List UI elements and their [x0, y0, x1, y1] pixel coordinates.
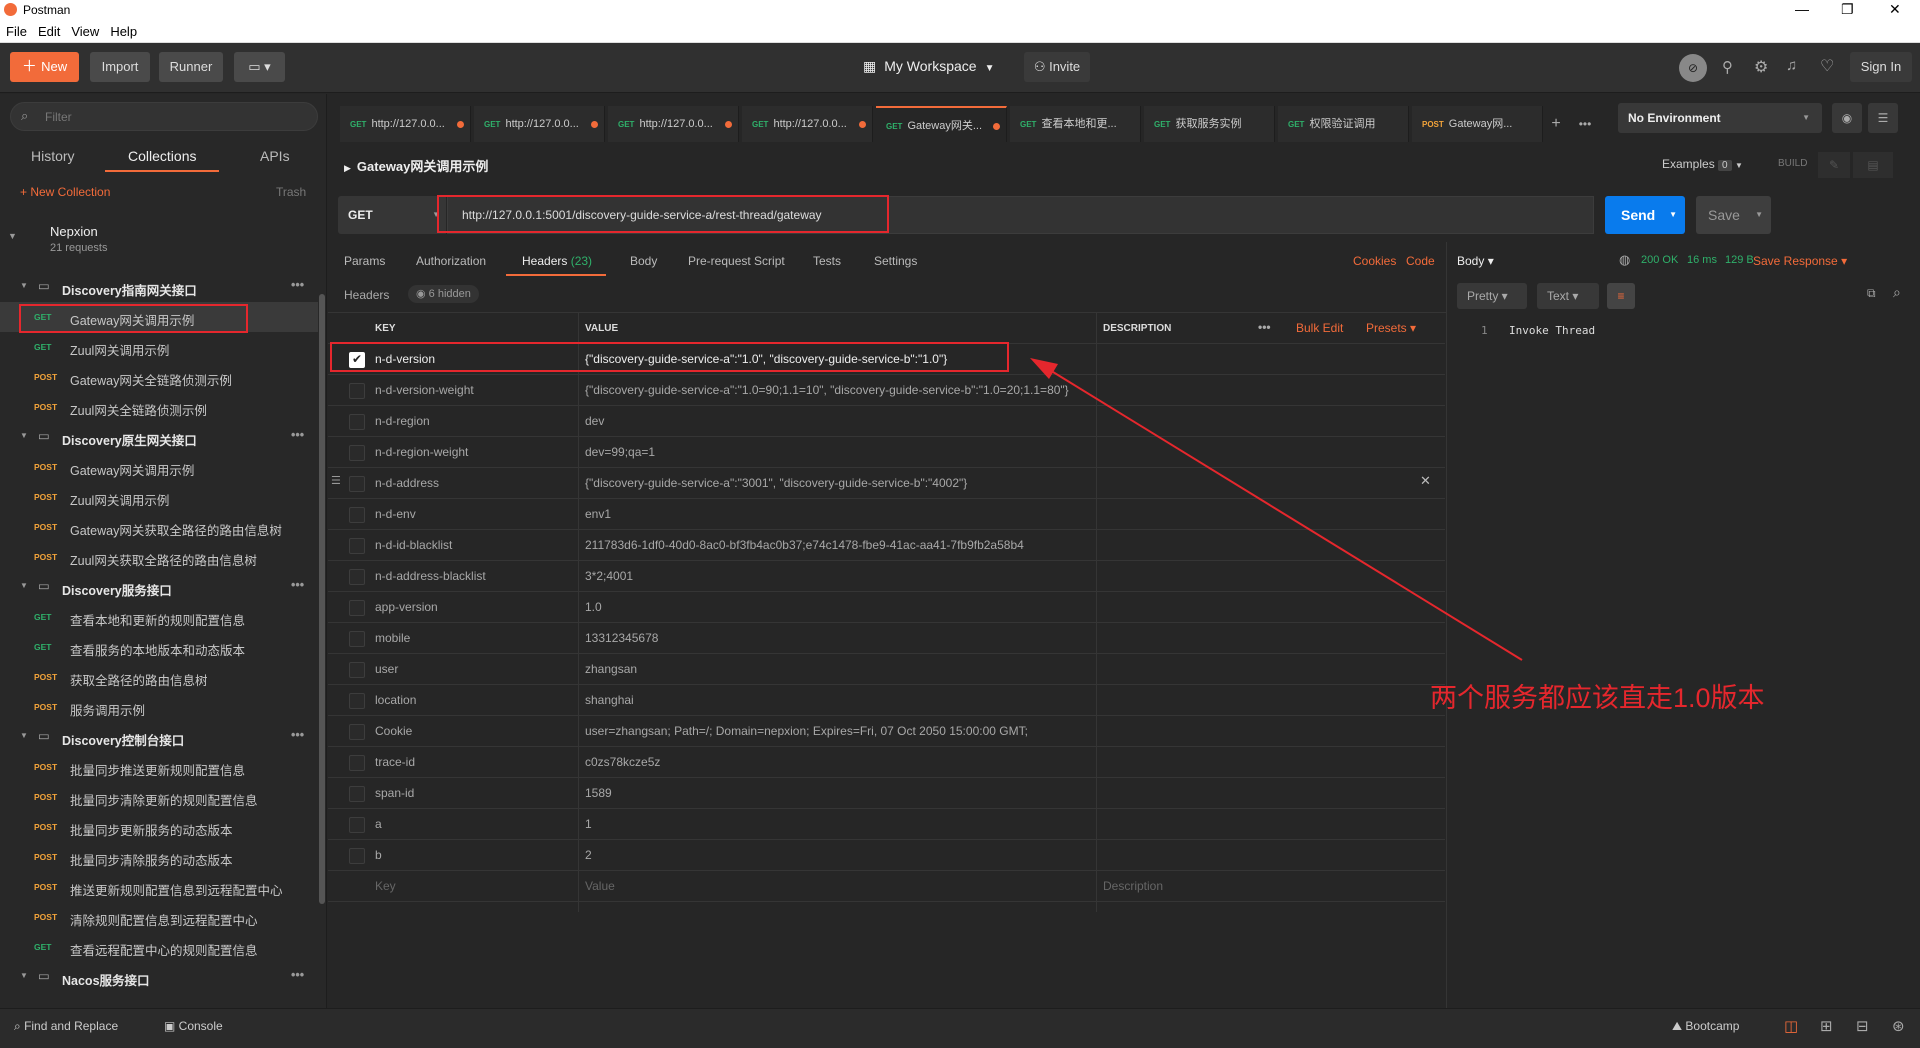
console-icon: ▣	[164, 1019, 179, 1033]
two-pane-icon[interactable]: ◫	[1784, 1017, 1798, 1035]
find-replace-button[interactable]: ⌕ Find and Replace	[14, 1019, 118, 1034]
search-icon: ⌕	[14, 1019, 25, 1033]
help-icon[interactable]: ⊛	[1892, 1017, 1905, 1035]
build-icon[interactable]: ⊟	[1856, 1017, 1869, 1035]
status-bar: ⌕ Find and Replace ▣ Console ⛰ Bootcamp …	[0, 1008, 1920, 1048]
annotation-text: 两个服务都应该直走1.0版本	[1430, 683, 1765, 713]
bootcamp-button[interactable]: ⛰ Bootcamp	[1672, 1019, 1739, 1034]
console-button[interactable]: ▣ Console	[164, 1019, 223, 1033]
bootcamp-icon: ⛰	[1672, 1019, 1686, 1033]
browse-icon[interactable]: ⊞	[1820, 1017, 1833, 1035]
annotation-arrow	[1030, 358, 1523, 661]
